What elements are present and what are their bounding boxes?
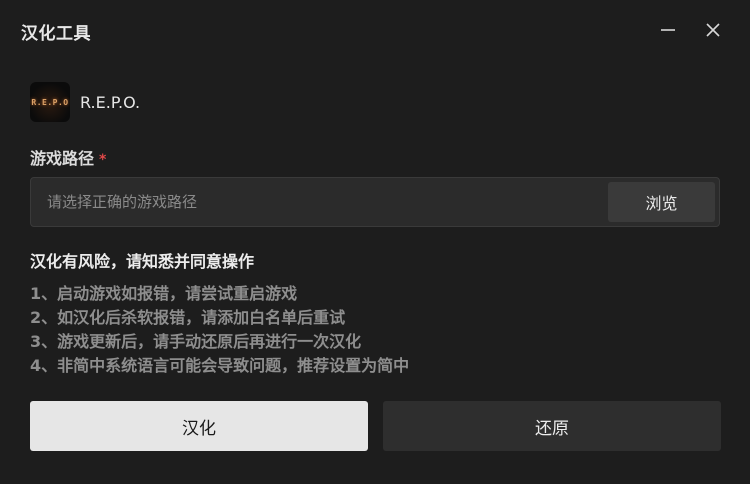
localize-button[interactable]: 汉化 bbox=[30, 401, 368, 451]
game-path-label: 游戏路径 * bbox=[30, 145, 106, 169]
minimize-button[interactable] bbox=[652, 14, 684, 46]
close-button[interactable] bbox=[697, 14, 729, 46]
warning-item: 2、如汉化后杀软报错，请添加白名单后重试 bbox=[30, 308, 346, 327]
game-name: R.E.P.O. bbox=[80, 92, 141, 112]
warning-item: 1、启动游戏如报错，请尝试重启游戏 bbox=[30, 284, 298, 303]
game-info: R.E.P.O R.E.P.O. bbox=[30, 82, 140, 122]
window-title: 汉化工具 bbox=[21, 24, 91, 44]
localization-tool-window: 汉化工具 R.E.P.O R.E.P.O. 游戏路径* 浏览 汉化有风险，请知悉… bbox=[0, 0, 750, 484]
browse-button[interactable]: 浏览 bbox=[608, 182, 715, 222]
title-bar: 汉化工具 bbox=[0, 0, 750, 60]
game-path-label-text: 游戏路径 bbox=[30, 149, 95, 168]
close-icon bbox=[706, 23, 720, 37]
required-mark: * bbox=[99, 152, 107, 168]
risk-warning-title: 汉化有风险，请知悉并同意操作 bbox=[30, 252, 255, 271]
game-path-input[interactable] bbox=[31, 178, 601, 226]
restore-button[interactable]: 还原 bbox=[383, 401, 721, 451]
warning-item: 3、游戏更新后，请手动还原后再进行一次汉化 bbox=[30, 332, 362, 351]
game-path-field: 浏览 bbox=[30, 177, 720, 227]
game-logo-text: R.E.P.O bbox=[31, 97, 69, 107]
minimize-icon bbox=[661, 29, 675, 31]
risk-warning-list: 1、启动游戏如报错，请尝试重启游戏 2、如汉化后杀软报错，请添加白名单后重试 3… bbox=[30, 282, 409, 378]
game-logo: R.E.P.O bbox=[30, 82, 70, 122]
warning-item: 4、非简中系统语言可能会导致问题，推荐设置为简中 bbox=[30, 356, 410, 375]
